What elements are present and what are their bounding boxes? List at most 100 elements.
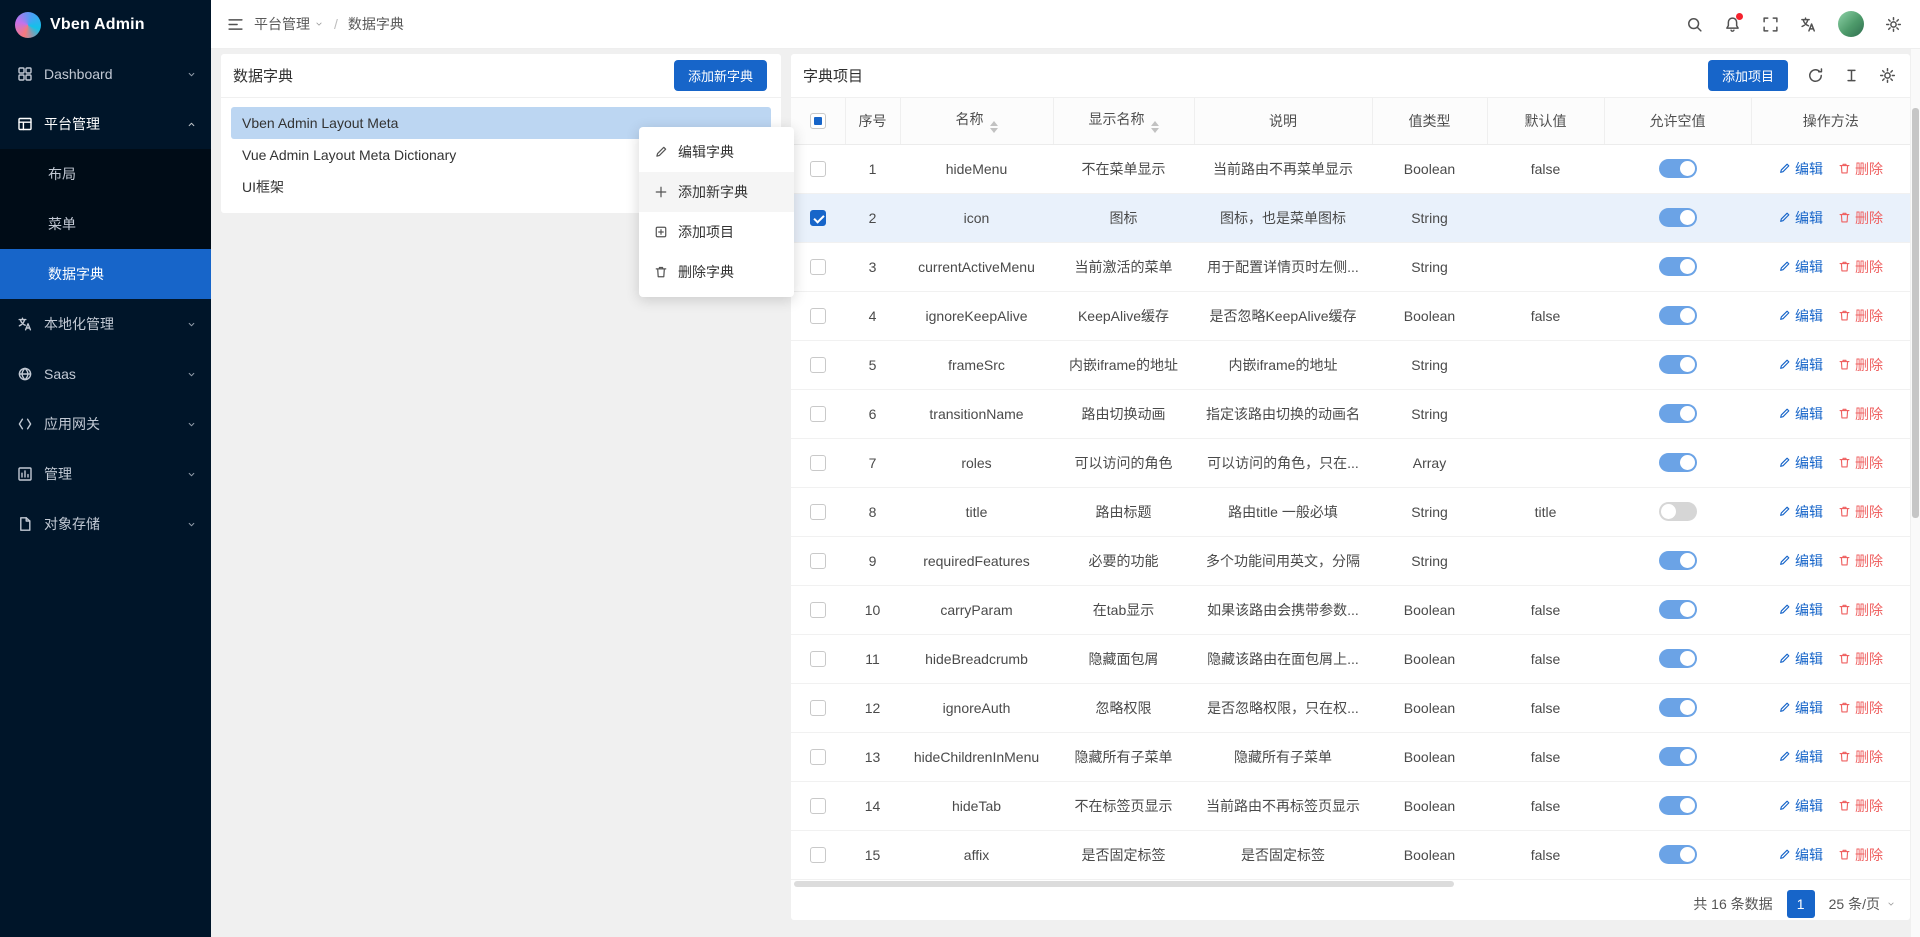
row-checkbox[interactable] [810, 651, 826, 667]
add-dict-button[interactable]: 添加新字典 [674, 60, 767, 91]
edit-button[interactable]: 编辑 [1778, 796, 1823, 816]
sidebar-item[interactable]: Saas [0, 349, 211, 399]
row-checkbox[interactable] [810, 406, 826, 422]
page-size-select[interactable]: 25 条/页 [1829, 894, 1896, 914]
delete-button[interactable]: 删除 [1838, 355, 1883, 375]
allow-null-toggle[interactable] [1659, 306, 1697, 325]
row-checkbox[interactable] [810, 308, 826, 324]
allow-null-toggle[interactable] [1659, 502, 1697, 521]
delete-button[interactable]: 删除 [1838, 551, 1883, 571]
context-menu-item[interactable]: 删除字典 [639, 252, 794, 292]
delete-button[interactable]: 删除 [1838, 845, 1883, 865]
add-item-button[interactable]: 添加项目 [1708, 60, 1788, 91]
avatar[interactable] [1838, 11, 1864, 37]
column-header[interactable]: 显示名称 [1053, 98, 1194, 144]
column-height-icon[interactable] [1843, 67, 1860, 84]
edit-button[interactable]: 编辑 [1778, 600, 1823, 620]
row-checkbox[interactable] [810, 553, 826, 569]
vertical-scrollbar-thumb[interactable] [1912, 108, 1919, 518]
allow-null-toggle[interactable] [1659, 551, 1697, 570]
row-checkbox[interactable] [810, 210, 826, 226]
logo[interactable]: Vben Admin [0, 0, 211, 49]
pagination-page-1[interactable]: 1 [1787, 890, 1815, 918]
sidebar-item[interactable]: 应用网关 [0, 399, 211, 449]
allow-null-toggle[interactable] [1659, 453, 1697, 472]
delete-button[interactable]: 删除 [1838, 257, 1883, 277]
column-header[interactable]: 名称 [900, 98, 1053, 144]
allow-null-toggle[interactable] [1659, 257, 1697, 276]
horizontal-scrollbar-thumb[interactable] [794, 881, 1454, 887]
fullscreen-icon[interactable] [1762, 16, 1779, 33]
edit-button[interactable]: 编辑 [1778, 698, 1823, 718]
sidebar-item[interactable]: 管理 [0, 449, 211, 499]
translate-icon[interactable] [1800, 16, 1817, 33]
delete-button[interactable]: 删除 [1838, 404, 1883, 424]
edit-button[interactable]: 编辑 [1778, 453, 1823, 473]
edit-button[interactable]: 编辑 [1778, 208, 1823, 228]
edit-button[interactable]: 编辑 [1778, 845, 1823, 865]
allow-null-toggle[interactable] [1659, 355, 1697, 374]
settings-icon[interactable] [1885, 16, 1902, 33]
edit-button[interactable]: 编辑 [1778, 649, 1823, 669]
row-checkbox[interactable] [810, 504, 826, 520]
delete-button[interactable]: 删除 [1838, 649, 1883, 669]
sidebar-item[interactable]: 本地化管理 [0, 299, 211, 349]
delete-button[interactable]: 删除 [1838, 453, 1883, 473]
cell-index: 2 [845, 193, 900, 242]
allow-null-toggle[interactable] [1659, 159, 1697, 178]
sort-icon[interactable] [1151, 121, 1159, 133]
search-icon[interactable] [1686, 16, 1703, 33]
row-checkbox[interactable] [810, 455, 826, 471]
delete-button[interactable]: 删除 [1838, 208, 1883, 228]
edit-button[interactable]: 编辑 [1778, 747, 1823, 767]
row-checkbox[interactable] [810, 798, 826, 814]
breadcrumb-root[interactable]: 平台管理 [254, 14, 324, 34]
edit-button[interactable]: 编辑 [1778, 355, 1823, 375]
delete-button[interactable]: 删除 [1838, 306, 1883, 326]
allow-null-toggle[interactable] [1659, 649, 1697, 668]
refresh-icon[interactable] [1807, 67, 1824, 84]
notification-icon[interactable] [1724, 16, 1741, 33]
sidebar-subitem[interactable]: 数据字典 [0, 249, 211, 299]
edit-button[interactable]: 编辑 [1778, 159, 1823, 179]
allow-null-toggle[interactable] [1659, 796, 1697, 815]
edit-button[interactable]: 编辑 [1778, 551, 1823, 571]
allow-null-toggle[interactable] [1659, 747, 1697, 766]
edit-button[interactable]: 编辑 [1778, 257, 1823, 277]
delete-button[interactable]: 删除 [1838, 698, 1883, 718]
delete-button[interactable]: 删除 [1838, 600, 1883, 620]
context-menu-item[interactable]: 添加新字典 [639, 172, 794, 212]
sidebar-subitem[interactable]: 布局 [0, 149, 211, 199]
sidebar-item[interactable]: 对象存储 [0, 499, 211, 549]
allow-null-toggle[interactable] [1659, 845, 1697, 864]
sort-icon[interactable] [990, 121, 998, 133]
delete-button[interactable]: 删除 [1838, 747, 1883, 767]
delete-button[interactable]: 删除 [1838, 502, 1883, 522]
sidebar-item[interactable]: Dashboard [0, 49, 211, 99]
table-settings-icon[interactable] [1879, 67, 1896, 84]
edit-button[interactable]: 编辑 [1778, 502, 1823, 522]
menu-fold-icon[interactable] [227, 16, 244, 33]
delete-button[interactable]: 删除 [1838, 796, 1883, 816]
delete-button[interactable]: 删除 [1838, 159, 1883, 179]
sidebar-item[interactable]: 平台管理 [0, 99, 211, 149]
allow-null-toggle[interactable] [1659, 600, 1697, 619]
edit-button[interactable]: 编辑 [1778, 404, 1823, 424]
select-all-checkbox[interactable] [810, 113, 826, 129]
row-checkbox[interactable] [810, 847, 826, 863]
row-checkbox[interactable] [810, 749, 826, 765]
allow-null-toggle[interactable] [1659, 404, 1697, 423]
row-checkbox[interactable] [810, 161, 826, 177]
row-checkbox[interactable] [810, 259, 826, 275]
row-checkbox[interactable] [810, 602, 826, 618]
allow-null-toggle[interactable] [1659, 208, 1697, 227]
allow-null-toggle[interactable] [1659, 698, 1697, 717]
row-checkbox[interactable] [810, 700, 826, 716]
sidebar-subitem[interactable]: 菜单 [0, 199, 211, 249]
context-menu-item[interactable]: 添加项目 [639, 212, 794, 252]
context-menu-item[interactable]: 编辑字典 [639, 132, 794, 172]
vertical-scrollbar[interactable] [1911, 49, 1920, 937]
row-checkbox[interactable] [810, 357, 826, 373]
horizontal-scrollbar[interactable] [793, 880, 1908, 888]
edit-button[interactable]: 编辑 [1778, 306, 1823, 326]
